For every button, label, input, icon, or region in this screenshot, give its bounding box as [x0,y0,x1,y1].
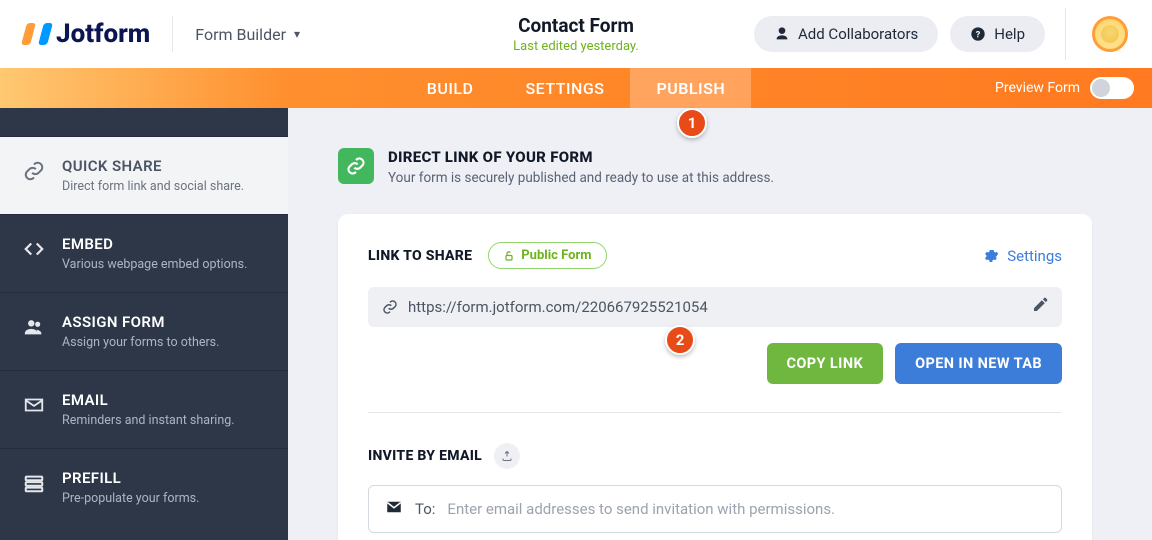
sidebar-item-sub: Pre-populate your forms. [62,491,199,506]
code-icon [22,237,46,261]
link-to-share-title: LINK TO SHARE [368,248,472,264]
preview-form-control: Preview Form [995,77,1134,99]
sidebar-item-email[interactable]: EMAIL Reminders and instant sharing. [0,370,288,448]
callout-badge-2: 2 [665,325,695,355]
publish-sidebar: QUICK SHARE Direct form link and social … [0,108,288,540]
tab-build[interactable]: BUILD [401,68,500,108]
tab-publish[interactable]: PUBLISH [630,68,751,108]
edit-url-button[interactable] [1032,297,1048,317]
header-right-divider [1065,8,1066,60]
chevron-down-icon: ▾ [294,27,300,41]
gear-icon [983,248,999,264]
form-url-text: https://form.jotform.com/220667925521054 [408,298,1022,316]
help-button[interactable]: ? Help [950,16,1045,52]
tab-settings[interactable]: SETTINGS [499,68,630,108]
sidebar-item-sub: Assign your forms to others. [62,335,219,350]
share-settings-button[interactable]: Settings [983,247,1062,265]
invite-to-label: To: [415,500,435,518]
invite-email-input[interactable]: To: Enter email addresses to send invita… [368,485,1062,533]
add-collaborators-label: Add Collaborators [798,25,918,43]
sidebar-item-sub: Various webpage embed options. [62,257,247,272]
form-url-field[interactable]: https://form.jotform.com/220667925521054 [368,287,1062,327]
invite-by-email-title: INVITE BY EMAIL [368,448,482,464]
help-label: Help [994,25,1025,43]
public-form-badge[interactable]: Public Form [488,242,606,269]
mail-icon [385,498,403,520]
sidebar-item-label: EMBED [62,235,247,253]
svg-text:?: ? [976,29,981,40]
help-icon: ? [970,26,986,42]
lock-open-icon [503,250,515,262]
card-divider [368,412,1062,413]
avatar[interactable] [1092,16,1128,52]
upload-icon [501,450,513,462]
direct-link-title: DIRECT LINK OF YOUR FORM [388,148,774,166]
link-badge-icon [338,148,374,184]
tab-bar: BUILD SETTINGS PUBLISH Preview Form [0,68,1152,108]
mail-icon [22,393,46,417]
public-form-label: Public Form [521,248,591,263]
share-button-row: COPY LINK OPEN IN NEW TAB [368,343,1062,384]
form-title: Contact Form [513,14,639,37]
sidebar-item-prefill[interactable]: PREFILL Pre-populate your forms. [0,448,288,526]
link-icon [382,299,398,315]
share-card-header: LINK TO SHARE Public Form Settings [368,242,1062,269]
invite-title-row: INVITE BY EMAIL [368,443,1062,469]
sidebar-item-label: QUICK SHARE [62,157,244,175]
sidebar-top-gap [0,108,288,136]
settings-label: Settings [1007,247,1062,265]
sidebar-item-embed[interactable]: EMBED Various webpage embed options. [0,214,288,292]
last-edited-text: Last edited yesterday. [513,39,639,54]
sidebar-item-assign-form[interactable]: ASSIGN FORM Assign your forms to others. [0,292,288,370]
direct-link-header: DIRECT LINK OF YOUR FORM Your form is se… [338,148,1092,186]
user-icon [774,26,790,42]
open-new-tab-button[interactable]: OPEN IN NEW TAB [895,343,1062,384]
preview-label: Preview Form [995,80,1080,96]
callout-badge-1: 1 [677,108,707,138]
copy-link-button[interactable]: COPY LINK [767,343,884,384]
share-upload-button[interactable] [494,443,520,469]
sidebar-item-label: EMAIL [62,391,235,409]
share-card: LINK TO SHARE Public Form Settings https… [338,214,1092,540]
main: QUICK SHARE Direct form link and social … [0,108,1152,540]
pencil-icon [1032,297,1048,313]
sidebar-item-sub: Direct form link and social share. [62,179,244,194]
form-builder-dropdown[interactable]: Form Builder ▾ [195,25,300,44]
preview-toggle[interactable] [1090,77,1134,99]
header-right: Add Collaborators ? Help [754,8,1128,60]
users-icon [22,315,46,339]
add-collaborators-button[interactable]: Add Collaborators [754,16,938,52]
app-header: Jotform Form Builder ▾ Contact Form Last… [0,0,1152,68]
jotform-icon [24,23,50,45]
brand-name: Jotform [56,19,150,49]
sidebar-item-label: PREFILL [62,469,199,487]
direct-link-sub: Your form is securely published and read… [388,170,774,186]
link-icon [22,159,46,183]
sidebar-item-quick-share[interactable]: QUICK SHARE Direct form link and social … [0,136,288,214]
invite-placeholder: Enter email addresses to send invitation… [447,500,1045,518]
sidebar-item-sub: Reminders and instant sharing. [62,413,235,428]
sidebar-item-label: ASSIGN FORM [62,313,219,331]
header-divider [172,16,173,52]
prefill-icon [22,471,46,495]
form-builder-label: Form Builder [195,25,286,44]
brand-logo[interactable]: Jotform [24,19,150,49]
header-center: Contact Form Last edited yesterday. [513,14,639,54]
publish-content: DIRECT LINK OF YOUR FORM Your form is se… [288,108,1152,540]
